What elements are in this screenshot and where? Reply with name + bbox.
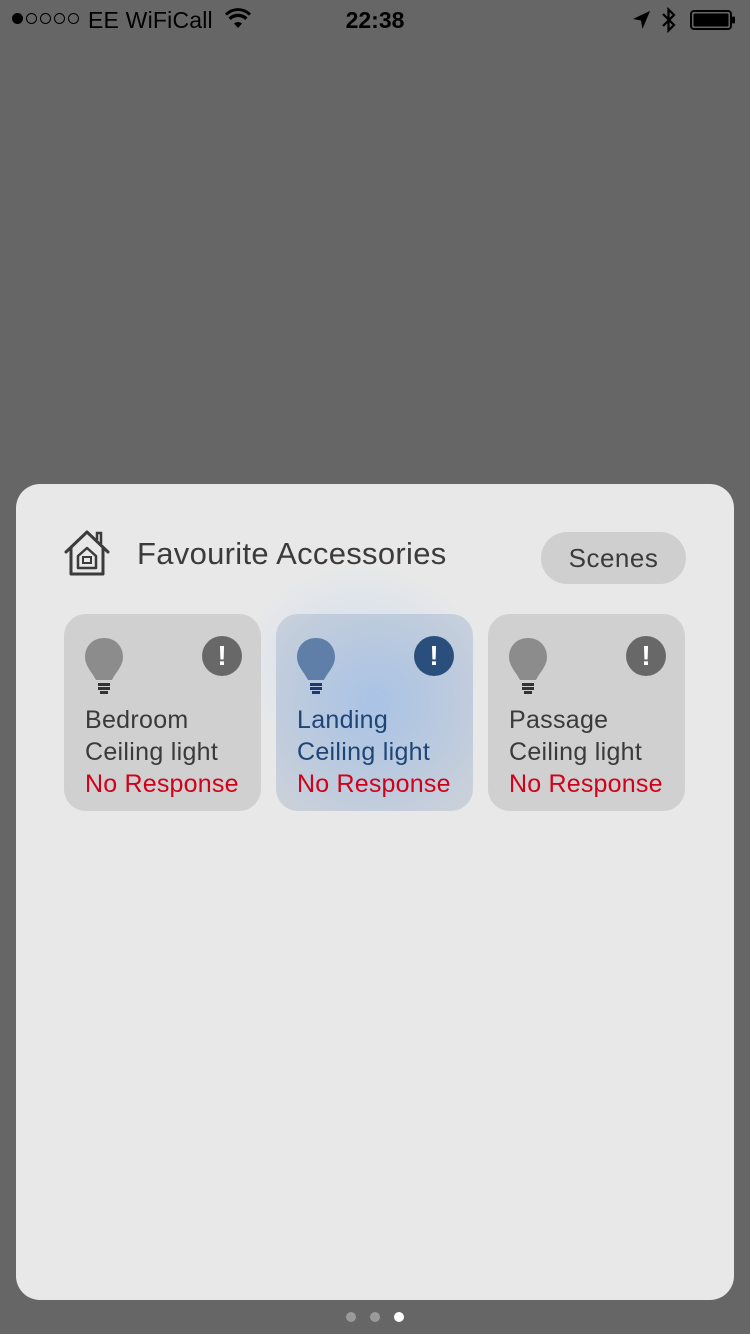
page-dot <box>346 1312 356 1322</box>
favourite-accessories-widget: Favourite Accessories Scenes ! Bedroom C… <box>16 484 734 1300</box>
accessory-status: No Response <box>509 770 663 798</box>
accessory-name: Passage Ceiling light <box>509 704 642 768</box>
lightbulb-icon <box>85 638 123 694</box>
accessory-name: Bedroom Ceiling light <box>85 704 218 768</box>
accessory-status: No Response <box>85 770 239 798</box>
accessory-tile-landing[interactable]: ! Landing Ceiling light No Response <box>276 614 473 811</box>
accessory-type: Ceiling light <box>509 738 643 766</box>
lightbulb-icon <box>297 638 335 694</box>
accessory-tile-bedroom[interactable]: ! Bedroom Ceiling light No Response <box>64 614 261 811</box>
bluetooth-icon <box>662 7 676 33</box>
exclamation-icon: ! <box>202 636 242 676</box>
page-dot <box>370 1312 380 1322</box>
accessory-tiles: ! Bedroom Ceiling light No Response ! La… <box>64 614 686 811</box>
page-indicator[interactable] <box>0 1312 750 1322</box>
accessory-type: Ceiling light <box>85 738 219 766</box>
lightbulb-icon <box>509 638 547 694</box>
location-arrow-icon <box>633 11 650 29</box>
scenes-button[interactable]: Scenes <box>541 532 686 584</box>
accessory-name: Landing Ceiling light <box>297 704 430 768</box>
accessory-room: Bedroom <box>85 706 189 734</box>
page-dot-active <box>394 1312 404 1322</box>
exclamation-icon: ! <box>414 636 454 676</box>
status-bar: EE WiFiCall 22:38 <box>0 0 750 40</box>
accessory-room: Landing <box>297 706 389 734</box>
accessory-status: No Response <box>297 770 451 798</box>
accessory-type: Ceiling light <box>297 738 431 766</box>
widget-title: Favourite Accessories <box>137 536 447 571</box>
widget-header: Favourite Accessories Scenes <box>16 484 734 604</box>
accessory-tile-passage[interactable]: ! Passage Ceiling light No Response <box>488 614 685 811</box>
exclamation-icon: ! <box>626 636 666 676</box>
battery-icon <box>690 10 735 30</box>
home-icon <box>64 530 110 576</box>
accessory-room: Passage <box>509 706 609 734</box>
